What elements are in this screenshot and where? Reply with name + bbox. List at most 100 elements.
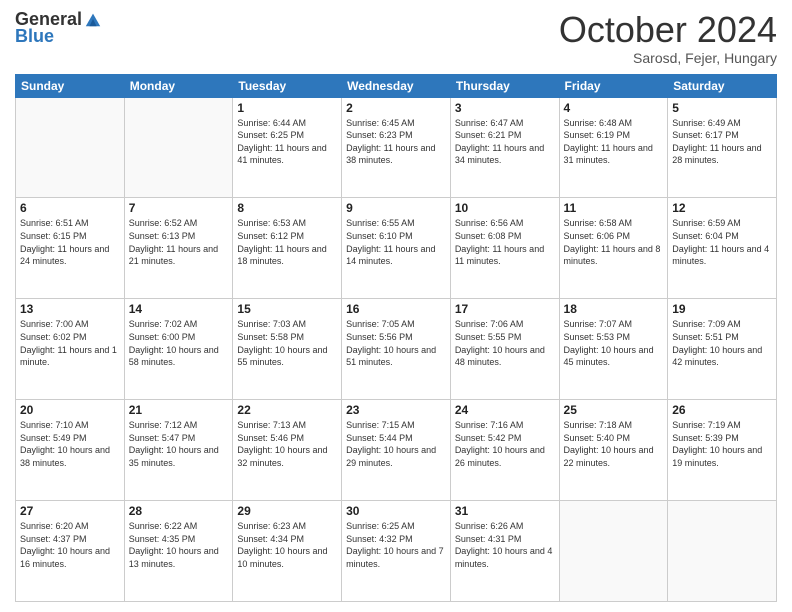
day-number: 1	[237, 101, 337, 115]
table-row: 3Sunrise: 6:47 AMSunset: 6:21 PMDaylight…	[450, 97, 559, 198]
day-info: Sunrise: 6:45 AMSunset: 6:23 PMDaylight:…	[346, 117, 446, 167]
day-number: 26	[672, 403, 772, 417]
calendar-header-row: Sunday Monday Tuesday Wednesday Thursday…	[16, 74, 777, 97]
table-row: 4 Sunrise: 6:48 AMSunset: 6:19 PMDaylight…	[559, 97, 668, 198]
day-info: Sunrise: 7:10 AMSunset: 5:49 PMDaylight:…	[20, 419, 120, 469]
calendar-week-row: 20 Sunrise: 7:10 AMSunset: 5:49 PMDayligh…	[16, 400, 777, 501]
day-info: Sunrise: 6:52 AMSunset: 6:13 PMDaylight:…	[129, 217, 229, 267]
table-row: 28Sunrise: 6:22 AMSunset: 4:35 PMDayligh…	[124, 501, 233, 602]
table-row	[668, 501, 777, 602]
day-number: 15	[237, 302, 337, 316]
day-number: 27	[20, 504, 120, 518]
day-info: Sunrise: 7:19 AMSunset: 5:39 PMDaylight:…	[672, 419, 772, 469]
day-info: Sunrise: 6:58 AMSunset: 6:06 PMDaylight:…	[564, 217, 664, 267]
day-number: 30	[346, 504, 446, 518]
table-row	[124, 97, 233, 198]
day-info: Sunrise: 6:59 AMSunset: 6:04 PMDaylight:…	[672, 217, 772, 267]
day-number: 4	[564, 101, 664, 115]
day-number: 7	[129, 201, 229, 215]
day-number: 24	[455, 403, 555, 417]
day-number: 6	[20, 201, 120, 215]
day-number: 17	[455, 302, 555, 316]
table-row: 14 Sunrise: 7:02 AMSunset: 6:00 PMDayligh…	[124, 299, 233, 400]
col-friday: Friday	[559, 74, 668, 97]
day-info: Sunrise: 6:51 AMSunset: 6:15 PMDaylight:…	[20, 217, 120, 267]
day-number: 29	[237, 504, 337, 518]
table-row: 19Sunrise: 7:09 AMSunset: 5:51 PMDayligh…	[668, 299, 777, 400]
day-info: Sunrise: 7:05 AMSunset: 5:56 PMDaylight:…	[346, 318, 446, 368]
table-row: 7 Sunrise: 6:52 AMSunset: 6:13 PMDaylight…	[124, 198, 233, 299]
day-info: Sunrise: 6:26 AMSunset: 4:31 PMDaylight:…	[455, 520, 555, 570]
day-number: 11	[564, 201, 664, 215]
day-info: Sunrise: 6:56 AMSunset: 6:08 PMDaylight:…	[455, 217, 555, 267]
location: Sarosd, Fejer, Hungary	[559, 50, 777, 66]
day-info: Sunrise: 6:55 AMSunset: 6:10 PMDaylight:…	[346, 217, 446, 267]
day-number: 13	[20, 302, 120, 316]
header: General Blue October 2024 Sarosd, Fejer,…	[15, 10, 777, 66]
day-info: Sunrise: 6:49 AMSunset: 6:17 PMDaylight:…	[672, 117, 772, 167]
day-number: 2	[346, 101, 446, 115]
table-row: 15 Sunrise: 7:03 AMSunset: 5:58 PMDayligh…	[233, 299, 342, 400]
table-row: 31 Sunrise: 6:26 AMSunset: 4:31 PMDayligh…	[450, 501, 559, 602]
table-row: 23Sunrise: 7:15 AMSunset: 5:44 PMDayligh…	[342, 400, 451, 501]
col-wednesday: Wednesday	[342, 74, 451, 97]
day-number: 10	[455, 201, 555, 215]
col-monday: Monday	[124, 74, 233, 97]
day-number: 3	[455, 101, 555, 115]
col-saturday: Saturday	[668, 74, 777, 97]
day-number: 8	[237, 201, 337, 215]
day-info: Sunrise: 7:06 AMSunset: 5:55 PMDaylight:…	[455, 318, 555, 368]
logo: General Blue	[15, 10, 102, 47]
table-row: 17 Sunrise: 7:06 AMSunset: 5:55 PMDayligh…	[450, 299, 559, 400]
day-number: 28	[129, 504, 229, 518]
table-row	[559, 501, 668, 602]
table-row: 27 Sunrise: 6:20 AMSunset: 4:37 PMDayligh…	[16, 501, 125, 602]
month-title: October 2024	[559, 10, 777, 50]
calendar-week-row: 27 Sunrise: 6:20 AMSunset: 4:37 PMDayligh…	[16, 501, 777, 602]
day-info: Sunrise: 6:23 AMSunset: 4:34 PMDaylight:…	[237, 520, 337, 570]
day-info: Sunrise: 7:12 AMSunset: 5:47 PMDaylight:…	[129, 419, 229, 469]
day-info: Sunrise: 7:18 AMSunset: 5:40 PMDaylight:…	[564, 419, 664, 469]
col-sunday: Sunday	[16, 74, 125, 97]
calendar-week-row: 1 Sunrise: 6:44 AMSunset: 6:25 PMDaylight…	[16, 97, 777, 198]
col-tuesday: Tuesday	[233, 74, 342, 97]
table-row: 21 Sunrise: 7:12 AMSunset: 5:47 PMDayligh…	[124, 400, 233, 501]
day-info: Sunrise: 7:09 AMSunset: 5:51 PMDaylight:…	[672, 318, 772, 368]
table-row: 29 Sunrise: 6:23 AMSunset: 4:34 PMDayligh…	[233, 501, 342, 602]
day-info: Sunrise: 7:03 AMSunset: 5:58 PMDaylight:…	[237, 318, 337, 368]
day-info: Sunrise: 6:53 AMSunset: 6:12 PMDaylight:…	[237, 217, 337, 267]
day-info: Sunrise: 6:48 AMSunset: 6:19 PMDaylight:…	[564, 117, 664, 167]
day-info: Sunrise: 6:44 AMSunset: 6:25 PMDaylight:…	[237, 117, 337, 167]
table-row: 20 Sunrise: 7:10 AMSunset: 5:49 PMDayligh…	[16, 400, 125, 501]
calendar-table: Sunday Monday Tuesday Wednesday Thursday…	[15, 74, 777, 602]
day-number: 22	[237, 403, 337, 417]
day-info: Sunrise: 6:20 AMSunset: 4:37 PMDaylight:…	[20, 520, 120, 570]
day-number: 5	[672, 101, 772, 115]
day-info: Sunrise: 7:13 AMSunset: 5:46 PMDaylight:…	[237, 419, 337, 469]
logo-blue-text: Blue	[15, 26, 54, 46]
table-row: 26 Sunrise: 7:19 AMSunset: 5:39 PMDayligh…	[668, 400, 777, 501]
table-row: 12 Sunrise: 6:59 AMSunset: 6:04 PMDayligh…	[668, 198, 777, 299]
table-row: 13 Sunrise: 7:00 AMSunset: 6:02 PMDayligh…	[16, 299, 125, 400]
day-number: 12	[672, 201, 772, 215]
day-number: 25	[564, 403, 664, 417]
table-row: 16 Sunrise: 7:05 AMSunset: 5:56 PMDayligh…	[342, 299, 451, 400]
day-info: Sunrise: 7:00 AMSunset: 6:02 PMDaylight:…	[20, 318, 120, 368]
calendar-week-row: 6 Sunrise: 6:51 AMSunset: 6:15 PMDaylight…	[16, 198, 777, 299]
table-row: 5 Sunrise: 6:49 AMSunset: 6:17 PMDaylight…	[668, 97, 777, 198]
col-thursday: Thursday	[450, 74, 559, 97]
day-info: Sunrise: 7:02 AMSunset: 6:00 PMDaylight:…	[129, 318, 229, 368]
calendar-week-row: 13 Sunrise: 7:00 AMSunset: 6:02 PMDayligh…	[16, 299, 777, 400]
day-number: 14	[129, 302, 229, 316]
table-row: 10 Sunrise: 6:56 AMSunset: 6:08 PMDayligh…	[450, 198, 559, 299]
day-info: Sunrise: 7:15 AMSunset: 5:44 PMDaylight:…	[346, 419, 446, 469]
day-number: 21	[129, 403, 229, 417]
day-info: Sunrise: 7:07 AMSunset: 5:53 PMDaylight:…	[564, 318, 664, 368]
day-number: 31	[455, 504, 555, 518]
logo-icon	[84, 10, 102, 28]
table-row: 8 Sunrise: 6:53 AMSunset: 6:12 PMDaylight…	[233, 198, 342, 299]
day-number: 20	[20, 403, 120, 417]
table-row: 1 Sunrise: 6:44 AMSunset: 6:25 PMDaylight…	[233, 97, 342, 198]
table-row: 11 Sunrise: 6:58 AMSunset: 6:06 PMDayligh…	[559, 198, 668, 299]
day-number: 16	[346, 302, 446, 316]
